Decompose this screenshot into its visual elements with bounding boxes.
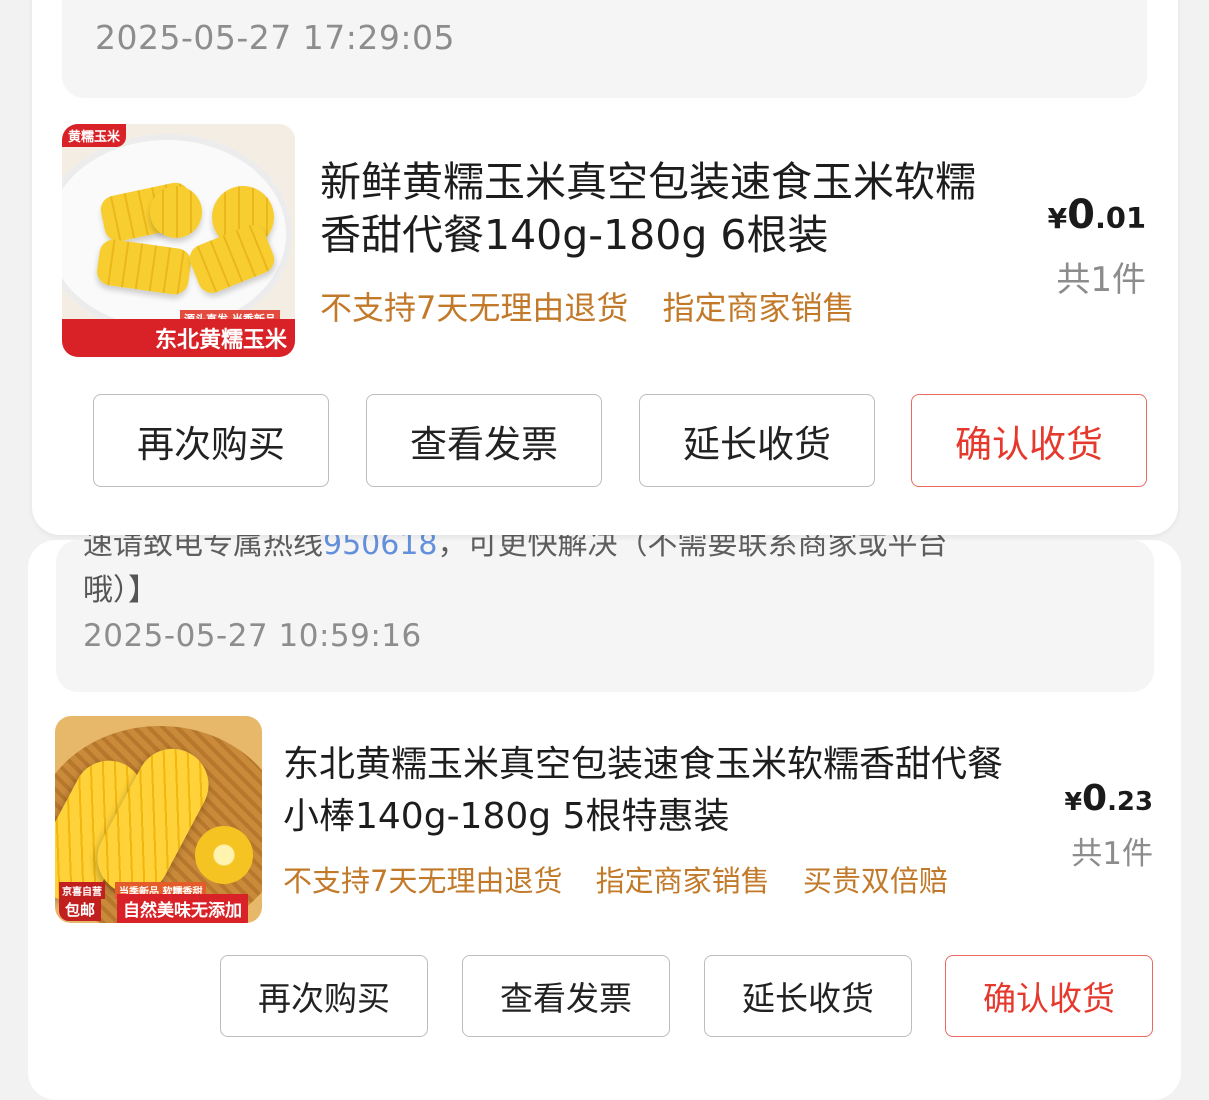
product-image[interactable]: 黄糯玉米 源头直发 当季新品 东北黄糯玉米 xyxy=(62,124,295,357)
product-image[interactable]: 京喜自营 包邮 当季新品 软糯香甜 自然美味无添加 xyxy=(55,716,262,923)
log-timestamp: 2025-05-27 10:59:16 xyxy=(83,618,422,654)
tag-no-return: 不支持7天无理由退货 xyxy=(283,864,563,898)
extend-receipt-button[interactable]: 延长收货 xyxy=(704,955,912,1037)
product-price: ¥0.23 xyxy=(1065,778,1154,819)
price-decimal: .01 xyxy=(1094,201,1146,235)
product-price: ¥0.01 xyxy=(1048,192,1146,238)
product-title[interactable]: 东北黄糯玉米真空包装速食玉米软糯香甜代餐小棒140g-180g 5根特惠装 xyxy=(283,739,1023,843)
price-decimal: .23 xyxy=(1107,787,1153,817)
tag-double-refund: 买贵双倍赔 xyxy=(802,864,948,898)
price-integer: 0 xyxy=(1082,778,1108,819)
order-card: 速请致电专属热线950618，可更快解决（不需要联系商家或平台 哦）】 2025… xyxy=(28,527,1181,1100)
buy-again-button[interactable]: 再次购买 xyxy=(93,394,329,487)
product-quantity: 共1件 xyxy=(1056,260,1146,300)
image-badge-jd: 京喜自营 xyxy=(59,882,105,899)
product-quantity: 共1件 xyxy=(1071,836,1153,872)
confirm-receipt-button[interactable]: 确认收货 xyxy=(945,955,1153,1037)
image-badge-top: 黄糯玉米 xyxy=(62,124,127,147)
image-badge-bottom: 自然美味无添加 xyxy=(117,894,248,923)
log-text: 速请致电专属热线950618，可更快解决（不需要联系商家或平台 哦）】 xyxy=(83,522,1133,614)
corn-graphic xyxy=(150,186,202,238)
log-timestamp: 2025-05-27 17:29:05 xyxy=(95,18,455,57)
product-tags: 不支持7天无理由退货 指定商家销售 买贵双倍赔 xyxy=(283,858,972,900)
log-text-line2: 哦）】 xyxy=(83,573,158,608)
buy-again-button[interactable]: 再次购买 xyxy=(220,955,428,1037)
currency-symbol: ¥ xyxy=(1047,202,1068,235)
price-integer: 0 xyxy=(1067,192,1095,238)
corn-graphic xyxy=(195,826,253,884)
tag-no-return: 不支持7天无理由退货 xyxy=(320,289,629,327)
order-card: 2025-05-27 17:29:05 黄糯玉米 源头直发 当季新品 东北黄糯玉… xyxy=(32,0,1178,535)
extend-receipt-button[interactable]: 延长收货 xyxy=(639,394,875,487)
logistics-log[interactable]: 2025-05-27 17:29:05 xyxy=(62,0,1147,98)
tag-designated-seller: 指定商家销售 xyxy=(662,289,855,327)
image-badge-bottom: 东北黄糯玉米 xyxy=(62,319,295,357)
tag-designated-seller: 指定商家销售 xyxy=(595,864,770,898)
image-badge-free-shipping: 包邮 xyxy=(59,898,102,921)
view-invoice-button[interactable]: 查看发票 xyxy=(462,955,670,1037)
confirm-receipt-button[interactable]: 确认收货 xyxy=(911,394,1147,487)
currency-symbol: ¥ xyxy=(1064,787,1083,816)
product-title[interactable]: 新鲜黄糯玉米真空包装速食玉米软糯香甜代餐140g-180g 6根装 xyxy=(320,156,1010,262)
view-invoice-button[interactable]: 查看发票 xyxy=(366,394,602,487)
logistics-log[interactable]: 速请致电专属热线950618，可更快解决（不需要联系商家或平台 哦）】 2025… xyxy=(56,527,1154,692)
product-tags: 不支持7天无理由退货 指定商家销售 xyxy=(320,283,879,329)
